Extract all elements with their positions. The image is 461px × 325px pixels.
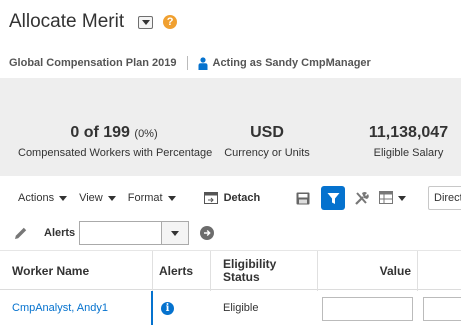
cell-eligibility-status: Eligible <box>223 302 259 314</box>
view-menu[interactable]: View <box>79 192 116 204</box>
chevron-down-icon <box>171 230 179 236</box>
column-header-value[interactable]: Value <box>318 251 418 291</box>
next-column-input[interactable] <box>423 297 461 321</box>
cell-worker-name: CmpAnalyst, Andy1 <box>0 291 153 325</box>
tools-icon[interactable] <box>353 189 371 207</box>
metric-compensated-value: 0 of 199 (0%) <box>18 124 210 142</box>
column-header-next[interactable]: · <box>418 251 461 291</box>
metric-currency-label: Currency or Units <box>224 147 310 159</box>
table-header: Worker Name Alerts Eligibility Status Va… <box>0 250 461 291</box>
pencil-icon[interactable] <box>14 226 28 240</box>
metric-eligible: 11,138,047 Eligible Salary <box>360 124 457 159</box>
actions-menu-label: Actions <box>18 192 55 204</box>
column-header-worker-name[interactable]: Worker Name <box>0 251 153 291</box>
compensated-count: 0 of 199 <box>70 124 130 141</box>
table-row[interactable]: CmpAnalyst, Andy1 i Eligible <box>0 291 461 325</box>
info-icon[interactable]: i <box>161 301 174 315</box>
actions-menu[interactable]: Actions <box>18 192 68 204</box>
alerts-filter-dropdown[interactable] <box>161 221 189 245</box>
column-header-eligibility-status[interactable]: Eligibility Status <box>211 251 318 291</box>
format-menu-label: Format <box>127 192 163 204</box>
value-input[interactable] <box>322 297 413 321</box>
page-title: Allocate Merit <box>9 11 125 32</box>
table-toolbar: Actions View Format Detach Direct <box>0 184 461 212</box>
column-header-alerts[interactable]: Alerts <box>153 251 211 291</box>
detach-button[interactable]: Detach <box>203 192 261 204</box>
title-row: Allocate Merit ? <box>9 8 178 36</box>
summary-panel: 0 of 199 (0%) Compensated Workers with P… <box>0 78 461 176</box>
arrow-right-icon[interactable] <box>200 226 214 240</box>
metric-eligible-label: Eligible Salary <box>373 147 444 159</box>
title-menu-button[interactable] <box>138 15 154 29</box>
workers-table: Worker Name Alerts Eligibility Status Va… <box>0 250 461 325</box>
metric-compensated-label: Compensated Workers with Percentage <box>18 147 213 159</box>
compensated-percent: (0%) <box>134 128 158 140</box>
eligibility-header-line2: Status <box>223 270 260 284</box>
metric-currency-value: USD <box>250 124 284 141</box>
context-divider <box>186 56 188 70</box>
alerts-filter-input[interactable] <box>79 221 161 245</box>
metric-currency: USD Currency or Units <box>222 124 312 159</box>
help-icon[interactable]: ? <box>163 15 178 29</box>
worker-name-link[interactable]: CmpAnalyst, Andy1 <box>12 302 108 314</box>
format-menu[interactable]: Format <box>128 192 176 204</box>
detach-icon <box>203 192 218 204</box>
plan-name: Global Compensation Plan 2019 <box>9 57 177 69</box>
chevron-down-icon <box>141 19 150 25</box>
metric-compensated: 0 of 199 (0%) Compensated Workers with P… <box>18 124 213 159</box>
context-row: Global Compensation Plan 2019 Acting as … <box>9 56 371 70</box>
chevron-down-icon <box>107 195 116 201</box>
direct-reports-select[interactable]: Direct <box>428 186 461 210</box>
acting-as-label: Acting as Sandy CmpManager <box>212 57 371 69</box>
alerts-filter-label: Alerts <box>44 227 76 239</box>
chevron-down-icon <box>398 195 407 201</box>
save-icon[interactable] <box>294 189 312 207</box>
view-menu-label: View <box>79 192 103 204</box>
chevron-down-icon <box>59 195 68 201</box>
freeze-columns-icon[interactable] <box>379 189 407 207</box>
person-icon <box>198 56 208 70</box>
detach-label: Detach <box>223 192 261 204</box>
cell-alerts: i <box>153 291 211 325</box>
metric-eligible-value: 11,138,047 <box>368 124 449 141</box>
chevron-down-icon <box>167 195 176 201</box>
alerts-filter-row: Alerts <box>0 220 461 246</box>
filter-icon[interactable] <box>321 186 346 210</box>
